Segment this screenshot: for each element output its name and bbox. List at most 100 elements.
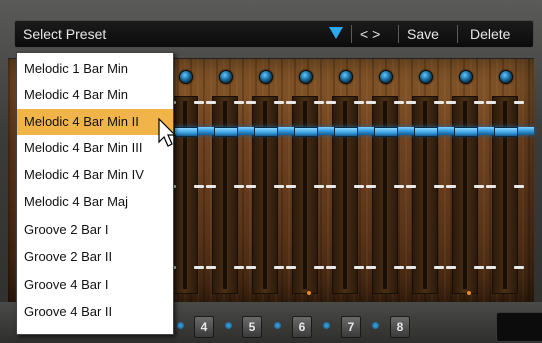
step-slider-handle[interactable]	[334, 127, 358, 137]
step-slider-track[interactable]	[492, 96, 518, 294]
slider-tick-mark	[486, 266, 496, 269]
slider-tick-mark	[206, 266, 216, 269]
slider-tick-mark	[434, 266, 444, 269]
step-knob[interactable]	[259, 70, 273, 84]
step-slider-handle[interactable]	[494, 127, 518, 137]
divider	[457, 25, 458, 43]
step-knob[interactable]	[379, 70, 393, 84]
page-led-icon	[225, 322, 232, 329]
save-button[interactable]: Save	[407, 26, 439, 42]
preset-menu-item[interactable]: Melodic 4 Bar Maj	[17, 189, 173, 215]
slider-tick-mark	[286, 185, 296, 188]
triangle-down-icon[interactable]	[329, 27, 343, 39]
slider-tick-mark	[326, 266, 336, 269]
page-button[interactable]: 6	[292, 316, 312, 338]
slider-tick-mark	[446, 266, 456, 269]
step-slider-track[interactable]	[292, 96, 318, 294]
slider-tick-mark	[314, 266, 324, 269]
slider-tick-mark	[474, 266, 484, 269]
slider-tick-mark	[406, 101, 416, 104]
preset-menu-item[interactable]: Groove 4 Bar II	[17, 299, 173, 325]
step-slider-track[interactable]	[372, 96, 398, 294]
slider-tick-mark	[206, 185, 216, 188]
preset-menu-item[interactable]: Melodic 1 Bar Min	[17, 56, 173, 82]
slider-tick-mark	[274, 101, 284, 104]
slider-tick-mark	[274, 185, 284, 188]
preset-dropdown-menu: Melodic 1 Bar Min Melodic 4 Bar Min Melo…	[16, 52, 174, 335]
slider-tick-mark	[514, 101, 524, 104]
slider-tick-mark	[234, 266, 244, 269]
step-knob[interactable]	[339, 70, 353, 84]
slider-tick-mark	[434, 185, 444, 188]
step-indicator-dot	[307, 291, 311, 295]
preset-menu-item[interactable]: Melodic 4 Bar Min IV	[17, 162, 173, 188]
step-slider-handle[interactable]	[294, 127, 318, 137]
slider-tick-mark	[286, 266, 296, 269]
slider-tick-mark	[514, 185, 524, 188]
step-slider-handle[interactable]	[414, 127, 438, 137]
slider-tick-mark	[434, 101, 444, 104]
step-knob[interactable]	[179, 70, 193, 84]
preset-menu-item[interactable]: Melodic 4 Bar Min III	[17, 135, 173, 161]
slider-tick-mark	[486, 185, 496, 188]
slider-tick-mark	[394, 266, 404, 269]
step-slider-track[interactable]	[452, 96, 478, 294]
slider-tick-mark	[246, 185, 256, 188]
slider-tick-mark	[354, 266, 364, 269]
step-knob[interactable]	[219, 70, 233, 84]
step-slider-track[interactable]	[332, 96, 358, 294]
step-knob[interactable]	[299, 70, 313, 84]
slider-tick-mark	[194, 185, 204, 188]
step-slider-track[interactable]	[212, 96, 238, 294]
slider-tick-mark	[234, 101, 244, 104]
step-indicator-dot	[467, 291, 471, 295]
slider-tick-mark	[246, 266, 256, 269]
slider-tick-mark	[366, 266, 376, 269]
slider-tick-mark	[394, 185, 404, 188]
page-led-icon	[372, 322, 379, 329]
delete-button[interactable]: Delete	[470, 26, 510, 42]
preset-menu-item-highlighted[interactable]: Melodic 4 Bar Min II	[17, 109, 173, 135]
slider-tick-mark	[314, 185, 324, 188]
preset-menu-item[interactable]: Groove 2 Bar I	[17, 217, 173, 243]
divider	[398, 25, 399, 43]
step-slider-track[interactable]	[252, 96, 278, 294]
slider-tick-mark	[286, 101, 296, 104]
step-slider-handle[interactable]	[374, 127, 398, 137]
step-knob[interactable]	[459, 70, 473, 84]
step-slider-handle[interactable]	[254, 127, 278, 137]
slider-tick-mark	[326, 185, 336, 188]
preset-nav-buttons[interactable]: < >	[360, 26, 380, 42]
slider-tick-mark	[354, 101, 364, 104]
preset-select-label[interactable]: Select Preset	[23, 26, 106, 42]
page-led-icon	[177, 322, 184, 329]
slider-tick-mark	[446, 101, 456, 104]
step-knob[interactable]	[499, 70, 513, 84]
page-led-icon	[274, 322, 281, 329]
step-slider-handle[interactable]	[214, 127, 238, 137]
step-slider-track[interactable]	[412, 96, 438, 294]
slider-tick-mark	[474, 185, 484, 188]
page-button[interactable]: 5	[242, 316, 262, 338]
slider-tick-mark	[326, 101, 336, 104]
step-slider-handle[interactable]	[454, 127, 478, 137]
slider-tick-mark	[514, 266, 524, 269]
mouse-pointer-icon	[158, 118, 177, 147]
preset-menu-item[interactable]: Groove 4 Bar I	[17, 272, 173, 298]
step-knob[interactable]	[419, 70, 433, 84]
slider-tick-mark	[274, 266, 284, 269]
slider-tick-mark	[206, 101, 216, 104]
slider-tick-mark	[366, 101, 376, 104]
slider-tick-mark	[194, 101, 204, 104]
slider-tick-mark	[406, 266, 416, 269]
slider-tick-mark	[246, 101, 256, 104]
slider-tick-mark	[366, 185, 376, 188]
page-button[interactable]: 8	[390, 316, 410, 338]
slider-tick-mark	[486, 101, 496, 104]
slider-tick-mark	[194, 266, 204, 269]
page-button[interactable]: 4	[194, 316, 214, 338]
preset-menu-item[interactable]: Melodic 4 Bar Min	[17, 82, 173, 108]
slider-tick-mark	[406, 185, 416, 188]
page-button[interactable]: 7	[341, 316, 361, 338]
preset-menu-item[interactable]: Groove 2 Bar II	[17, 244, 173, 270]
